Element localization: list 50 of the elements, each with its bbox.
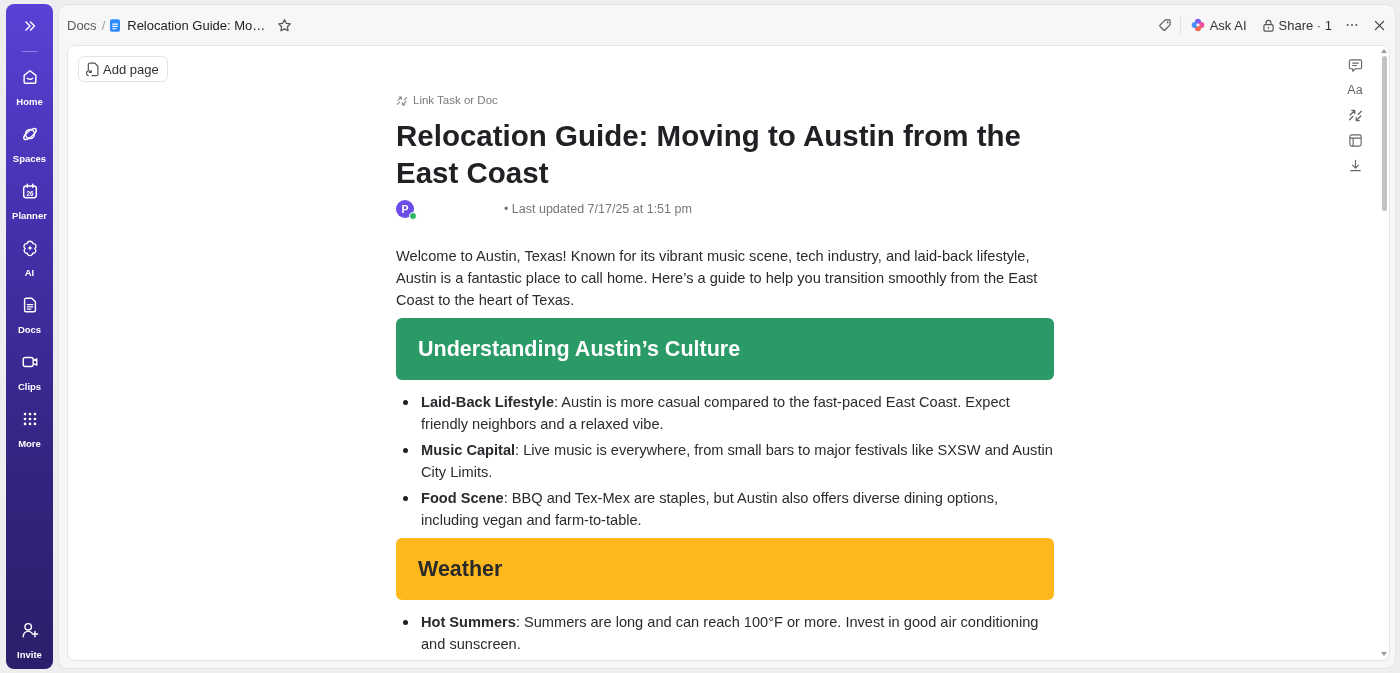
add-page-button[interactable]: Add page [78,56,168,82]
document-title: Relocation Guide: Moving to Austin from the East Coast [396,118,1022,191]
star-icon[interactable] [277,17,293,33]
tag-icon[interactable] [1157,18,1172,32]
scroll-up-icon[interactable] [1381,49,1387,53]
invite-button[interactable]: Invite [8,616,51,661]
breadcrumb-link[interactable]: Docs [67,17,97,33]
planet-icon [20,125,39,143]
section-heading: Understanding Austin’s Culture [396,318,1054,380]
scroll-down-icon[interactable] [1381,652,1387,656]
list-item-text: Music Capital: Live music is everywhere, from small bars to major festivals like SXSW and Austin City Limits. [421,441,1054,482]
sidebar-item[interactable]: Clips [8,348,51,405]
scrollbar-thumb[interactable] [1381,56,1387,211]
bullet-icon [403,447,408,453]
ai-sparkle-icon [1190,18,1205,32]
bullet-icon [403,619,408,625]
comment-icon[interactable] [1347,58,1363,73]
page-icon [86,61,99,77]
layout-icon[interactable] [1347,133,1363,148]
text-style-button[interactable]: Aa [1347,83,1363,98]
link-arrows-icon [396,94,408,107]
section-heading: Weather [396,538,1054,600]
document-icon [110,18,121,32]
more-icon[interactable] [1346,23,1358,27]
bullet-icon [403,399,408,405]
close-icon[interactable] [1374,19,1385,31]
intro-paragraph: Welcome to Austin, Texas! Known for its vibrant music scene, tech industry, and laid-back lifestyle, Austin is a fantastic place to call home. Here’s a guide to help you transition smoothly from the East Coast to the heart of Texas. [396,247,1039,310]
breadcrumb-separator: / [101,17,106,33]
sidebar-item[interactable]: More [8,405,51,462]
home-icon [20,68,39,86]
sidebar-item[interactable]: AI [8,234,51,291]
sidebar-item[interactable]: Spaces [8,120,51,177]
sparkle-flower-icon [20,239,39,257]
list-item-text: Hot Summers: Summers are long and can reach 100°F or more. Invest in good air conditioning and sunscreen. [421,613,1040,654]
breadcrumb-current[interactable]: Relocation Guide: Mo… [127,17,266,33]
link-task-link[interactable]: Link Task or Doc [413,93,498,108]
sidebar-item[interactable]: Home [8,63,51,120]
avatar: P [396,200,414,218]
list-item-text: Laid-Back Lifestyle: Austin is more casual compared to the fast-paced East Coast. Expect friendly neighbors and a relaxed vibe. [421,393,1011,434]
share-button[interactable]: Share · 1 [1262,17,1332,33]
bullet-icon [403,495,408,501]
list-item-text: Food Scene: BBQ and Tex-Mex are staples, but Austin also offers diverse dining options, including vegan and farm-to-table. [421,489,1000,530]
download-icon[interactable] [1347,158,1363,173]
sidebar-item[interactable]: Docs [8,291,51,348]
link-arrows-icon[interactable] [1347,108,1363,123]
add-user-icon [20,621,39,639]
lock-icon [1262,18,1274,32]
ask-ai-button[interactable]: Ask AI [1190,17,1247,33]
double-chevron-icon[interactable] [22,19,37,33]
last-updated-text: • Last updated 7/17/25 at 1:51 pm [504,202,692,216]
